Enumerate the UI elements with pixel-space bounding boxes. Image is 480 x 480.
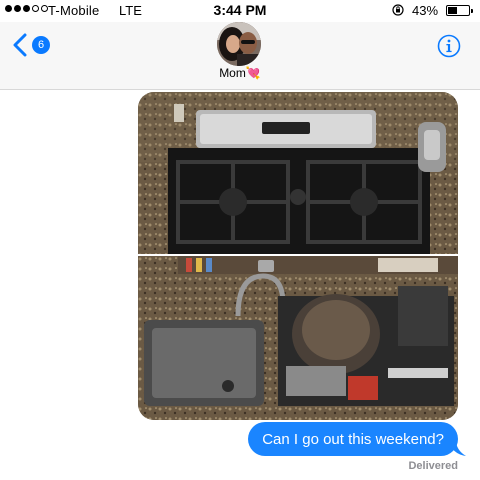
- photo-attachments: [138, 92, 458, 420]
- chevron-left-icon: [13, 33, 27, 57]
- info-icon[interactable]: [437, 34, 461, 58]
- conversation-header: 6 Mom💘: [0, 22, 480, 90]
- outgoing-message-bubble[interactable]: Can I go out this weekend?: [248, 422, 458, 456]
- unread-count-badge: 6: [32, 36, 50, 54]
- rotation-lock-icon: [392, 4, 404, 16]
- back-button[interactable]: 6: [12, 31, 60, 59]
- battery-icon: [446, 5, 473, 16]
- battery-percentage: 43%: [412, 3, 439, 18]
- sink-photo[interactable]: [138, 256, 458, 420]
- stove-photo[interactable]: [138, 92, 458, 254]
- delivery-status: Delivered: [408, 460, 458, 472]
- contact-avatar[interactable]: [217, 22, 261, 66]
- clock: 3:44 PM: [213, 2, 267, 18]
- status-bar: T-Mobile LTE 3:44 PM 43%: [0, 0, 480, 22]
- contact-name[interactable]: Mom💘: [0, 66, 480, 80]
